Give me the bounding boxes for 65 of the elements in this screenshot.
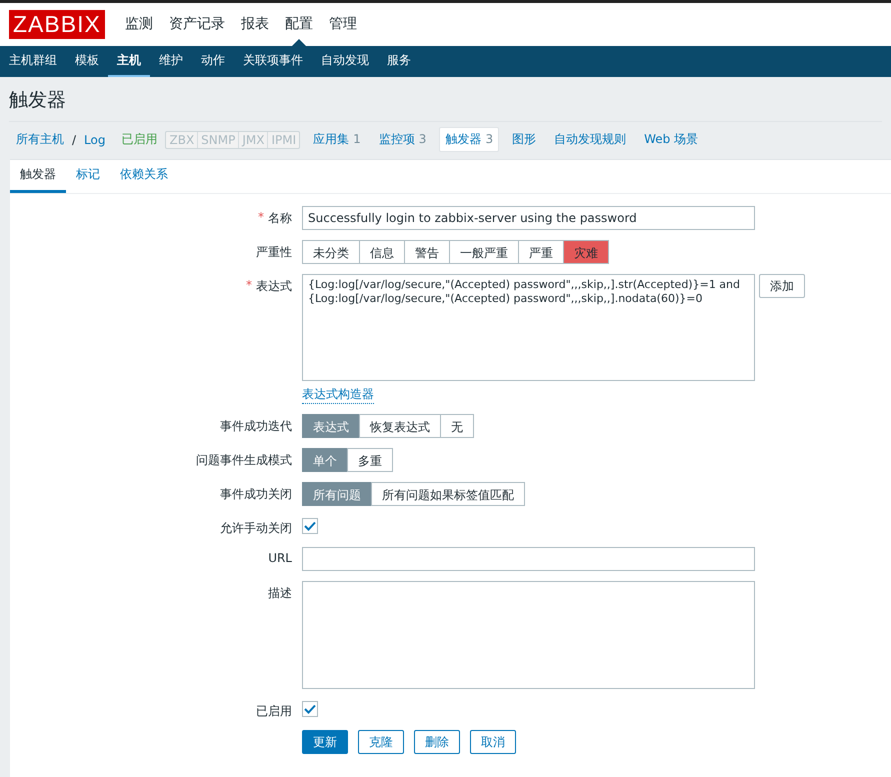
segment-button[interactable]: 未分类	[302, 240, 360, 264]
required-mark: *	[246, 278, 252, 292]
expression-builder-link[interactable]: 表达式构造器	[302, 386, 374, 404]
segment-button[interactable]: 无	[440, 414, 474, 438]
sub-menu-item[interactable]: 自动发现	[312, 46, 378, 77]
field-label: 名称	[268, 210, 292, 227]
availability-tag: SNMP	[198, 132, 240, 148]
sub-menu-item[interactable]: 主机群组	[0, 46, 66, 77]
sub-menu-item[interactable]: 模板	[66, 46, 108, 77]
field-label: 描述	[268, 585, 292, 602]
form-button[interactable]: 更新	[302, 730, 348, 754]
host-nav-link[interactable]: 监控项 3	[374, 128, 432, 151]
breadcrumb-link[interactable]: 所有主机	[16, 131, 64, 148]
field-label: URL	[268, 551, 292, 565]
segment-button[interactable]: 所有问题如果标签值匹配	[371, 482, 525, 506]
host-nav-link[interactable]: 图形	[507, 128, 542, 151]
sub-menu-item[interactable]: 关联项事件	[234, 46, 312, 77]
segment-button[interactable]: 警告	[404, 240, 450, 264]
checkbox[interactable]	[302, 518, 318, 534]
form-button[interactable]: 取消	[470, 730, 516, 754]
host-nav-link[interactable]: 自动发现规则	[549, 128, 632, 151]
segment-button[interactable]: 严重	[518, 240, 564, 264]
breadcrumb-link[interactable]: Log	[84, 132, 106, 146]
segment-button[interactable]: 信息	[359, 240, 405, 264]
segment-button[interactable]: 灾难	[563, 240, 609, 264]
host-nav-link[interactable]: 应用集 1	[308, 128, 366, 151]
availability-tag: ZBX	[166, 132, 198, 148]
field-label: 表达式	[256, 278, 292, 295]
breadcrumb-separator: /	[72, 132, 76, 146]
segment-button[interactable]: 一般严重	[449, 240, 519, 264]
status-label: 已启用	[121, 131, 158, 148]
sub-menu-item[interactable]: 服务	[378, 46, 420, 77]
menu-item[interactable]: 资产记录	[160, 3, 233, 46]
sub-menu-item[interactable]: 动作	[192, 46, 234, 77]
host-nav-link[interactable]: Web 场景	[639, 128, 704, 151]
menu-item[interactable]: 管理	[320, 3, 365, 46]
page-title: 触发器	[9, 77, 882, 122]
segment-button[interactable]: 恢复表达式	[359, 414, 441, 438]
field-label: 严重性	[256, 244, 292, 261]
expression-textarea[interactable]: {Log:log[/var/log/secure,"(Accepted) password",,,skip,,].str(Accepted)}=1 and {Log:log[/var/log/secure,"(Accepted) password",,,skip,,].nodata(60)}=0	[302, 274, 755, 381]
form-button[interactable]: 删除	[414, 730, 460, 754]
sub-menu-item[interactable]: 维护	[150, 46, 192, 77]
input-field[interactable]	[302, 547, 755, 571]
tab[interactable]: 依赖关系	[110, 160, 178, 193]
availability-tag: IPMI	[268, 132, 300, 148]
sub-menu-item[interactable]: 主机	[108, 46, 150, 77]
menu-item[interactable]: 配置	[276, 3, 321, 46]
menu-item[interactable]: 报表	[232, 3, 277, 46]
required-mark: *	[258, 210, 264, 224]
tab[interactable]: 触发器	[10, 160, 66, 193]
field-label: 事件成功迭代	[220, 418, 292, 435]
field-label: 问题事件生成模式	[196, 452, 292, 469]
logo[interactable]: ZABBIX	[9, 10, 105, 39]
input-field[interactable]: Successfully login to zabbix-server using the password	[302, 206, 755, 230]
checkbox[interactable]	[302, 701, 318, 717]
segment-button[interactable]: 多重	[347, 448, 393, 472]
field-label: 已启用	[256, 703, 292, 720]
field-label: 允许手动关闭	[220, 520, 292, 537]
field-label: 事件成功关闭	[220, 486, 292, 503]
host-nav-link[interactable]: 触发器 3	[439, 127, 500, 152]
availability-tag: JMX	[239, 132, 268, 148]
form-button[interactable]: 克隆	[358, 730, 404, 754]
menu-item[interactable]: 监测	[116, 3, 161, 46]
add-button[interactable]: 添加	[759, 274, 805, 298]
tab[interactable]: 标记	[66, 160, 110, 193]
